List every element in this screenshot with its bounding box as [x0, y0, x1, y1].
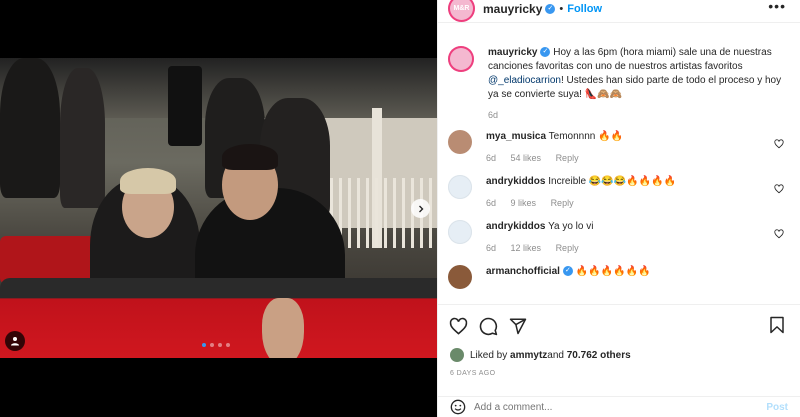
commenter-avatar[interactable]	[448, 220, 472, 244]
comment-item: andrykiddos Ya yo lo vi 6d 12 likes Repl…	[448, 220, 790, 253]
carousel-indicator	[202, 343, 230, 347]
carousel-dot	[202, 343, 206, 347]
comment-item: armanchofficial ✓ 🔥🔥🔥🔥🔥🔥	[448, 265, 790, 289]
share-button[interactable]	[508, 316, 528, 336]
commenter-username[interactable]: andrykiddos	[486, 221, 545, 232]
commenter-username[interactable]: mya_musica	[486, 131, 546, 142]
comment-item: mya_musica Temonnnn 🔥🔥 6d 54 likes Reply	[448, 130, 790, 163]
user-tag-icon	[11, 337, 19, 346]
reply-button[interactable]: Reply	[556, 243, 579, 253]
heart-icon[interactable]	[774, 184, 784, 194]
save-button[interactable]	[768, 316, 788, 336]
reply-button[interactable]: Reply	[551, 198, 574, 208]
author-avatar[interactable]: M&R	[448, 0, 475, 22]
author-username[interactable]: mauyricky	[483, 2, 542, 16]
comment-button[interactable]	[478, 316, 498, 336]
comment-text: 🔥🔥🔥🔥🔥🔥	[575, 266, 651, 277]
liker-username[interactable]: ammytz	[510, 350, 547, 361]
post-media	[0, 0, 437, 417]
carousel-dot	[210, 343, 214, 347]
commenter-username[interactable]: andrykiddos	[486, 176, 545, 187]
commenter-avatar[interactable]	[448, 265, 472, 289]
comment-likes[interactable]: 12 likes	[511, 243, 542, 253]
verified-badge-icon: ✓	[562, 266, 573, 277]
heart-icon[interactable]	[774, 139, 784, 149]
likes-summary[interactable]: Liked by ammytz and 70.762 others	[450, 348, 631, 362]
like-button[interactable]	[448, 316, 468, 336]
comment-age: 6d	[486, 198, 497, 208]
comment-icon	[479, 317, 497, 335]
comment-likes[interactable]: 9 likes	[511, 198, 537, 208]
bookmark-icon	[770, 316, 784, 334]
liker-avatar[interactable]	[450, 348, 464, 362]
carousel-dot	[218, 343, 222, 347]
commenter-avatar[interactable]	[448, 130, 472, 154]
comment-input[interactable]	[474, 401, 767, 413]
caption-mention[interactable]: @_eladiocarrion	[488, 75, 561, 86]
comments-list[interactable]: mauyricky ✓ Hoy a las 6pm (hora miami) sa…	[438, 36, 800, 304]
verified-badge-icon: ✓	[540, 47, 551, 58]
caption-age: 6d	[488, 110, 499, 120]
post-photo[interactable]	[0, 58, 437, 358]
comment-text: Ya yo lo vi	[548, 221, 594, 232]
comment-age: 6d	[486, 243, 497, 253]
commenter-username[interactable]: armanchofficial	[486, 266, 560, 277]
comment-likes[interactable]: 54 likes	[511, 153, 542, 163]
follow-button[interactable]: Follow	[567, 3, 602, 15]
heart-icon	[449, 317, 467, 335]
carousel-dot	[226, 343, 230, 347]
comment-text: Temonnnn 🔥🔥	[548, 131, 624, 142]
verified-badge-icon: ✓	[545, 3, 556, 14]
author-avatar[interactable]	[448, 46, 474, 72]
commenter-avatar[interactable]	[448, 175, 472, 199]
caption-username[interactable]: mauyricky	[488, 47, 537, 58]
reply-button[interactable]: Reply	[556, 153, 579, 163]
chevron-right-icon	[418, 205, 423, 212]
post-sidebar: M&R mauyricky ✓ • Follow ••• mauyricky ✓ …	[437, 0, 800, 417]
comment-text: Increible 😂😂😂🔥🔥🔥🔥	[548, 176, 676, 187]
tagged-users-button[interactable]	[5, 331, 25, 351]
share-icon	[509, 318, 527, 335]
more-options-button[interactable]: •••	[768, 0, 786, 14]
add-comment-bar: Post	[438, 396, 800, 417]
comment-item: andrykiddos Increible 😂😂😂🔥🔥🔥🔥 6d 9 likes…	[448, 175, 790, 208]
comment-age: 6d	[486, 153, 497, 163]
post-date[interactable]: 6 DAYS AGO	[450, 370, 496, 377]
heart-icon[interactable]	[774, 229, 784, 239]
likes-count[interactable]: 70.762 others	[567, 350, 631, 361]
next-photo-button[interactable]	[411, 199, 430, 218]
post-comment-button[interactable]: Post	[766, 402, 788, 413]
action-bar	[448, 316, 528, 336]
emoji-icon[interactable]	[450, 399, 466, 415]
instagram-post-modal: M&R mauyricky ✓ • Follow ••• mauyricky ✓ …	[0, 0, 800, 417]
post-header: M&R mauyricky ✓ • Follow •••	[438, 0, 800, 22]
caption: mauyricky ✓ Hoy a las 6pm (hora miami) sa…	[448, 46, 790, 120]
